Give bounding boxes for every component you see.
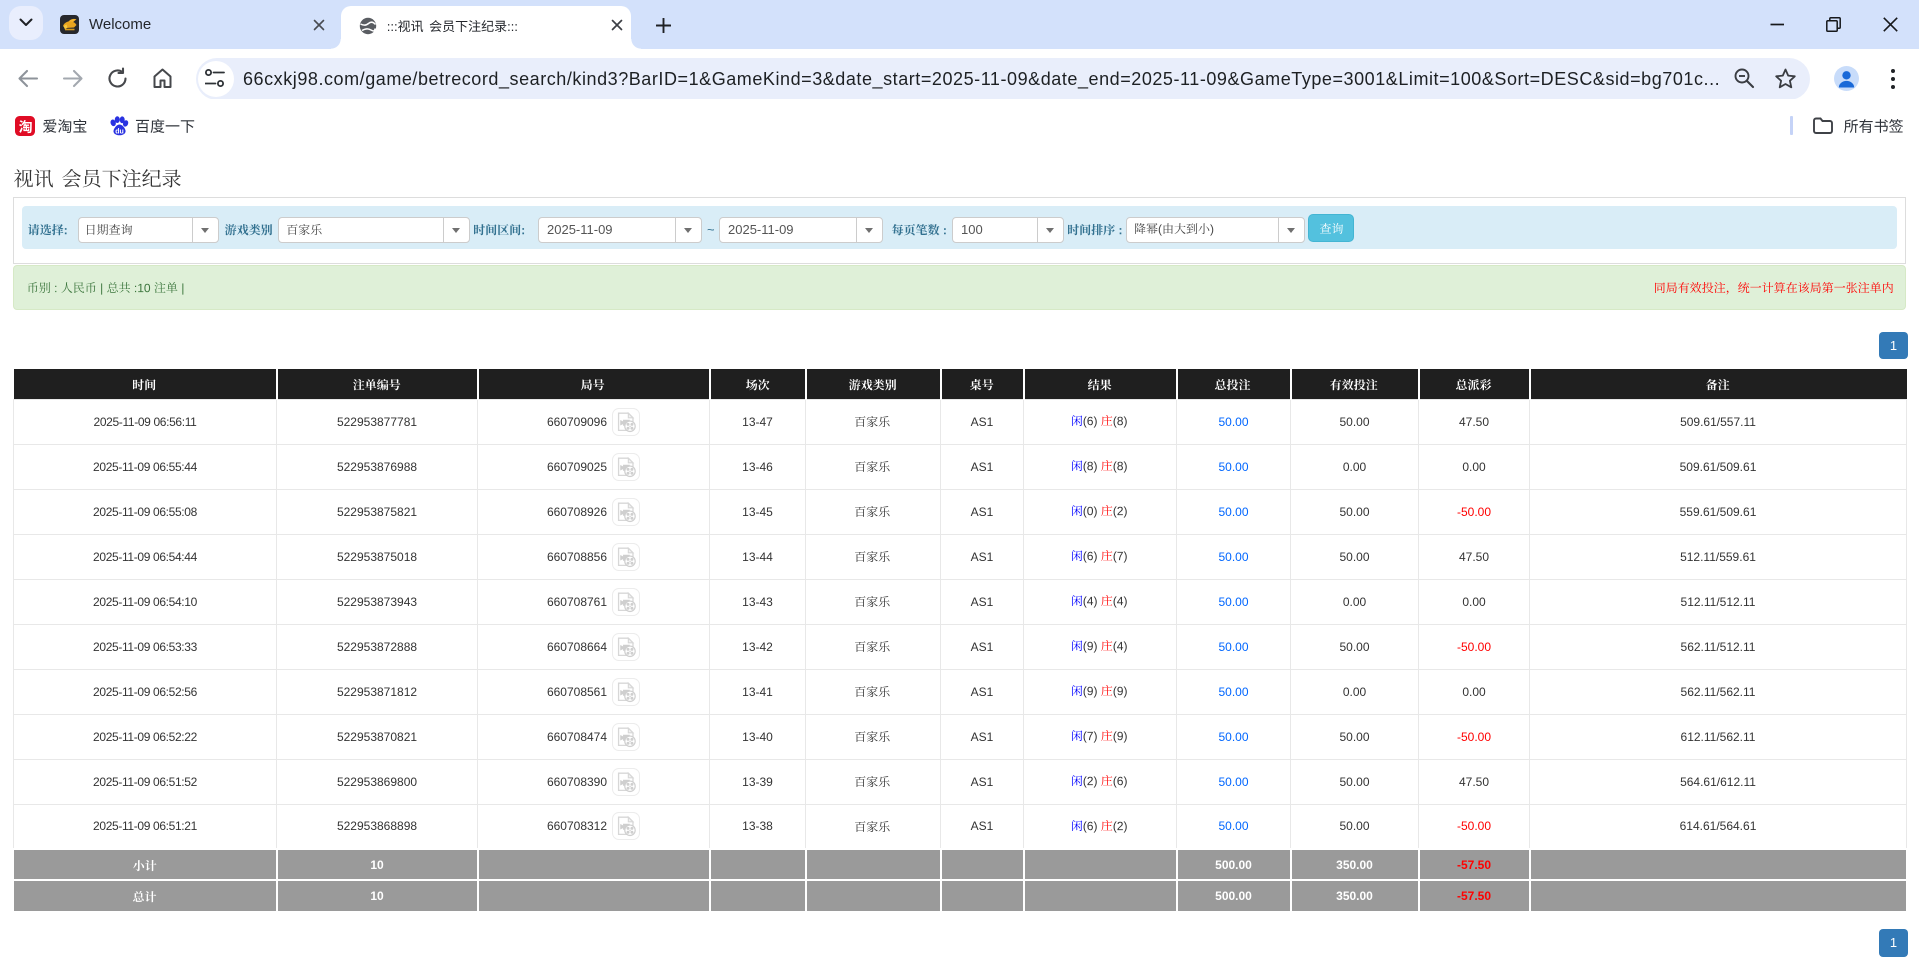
svg-text:du: du [115, 129, 124, 136]
